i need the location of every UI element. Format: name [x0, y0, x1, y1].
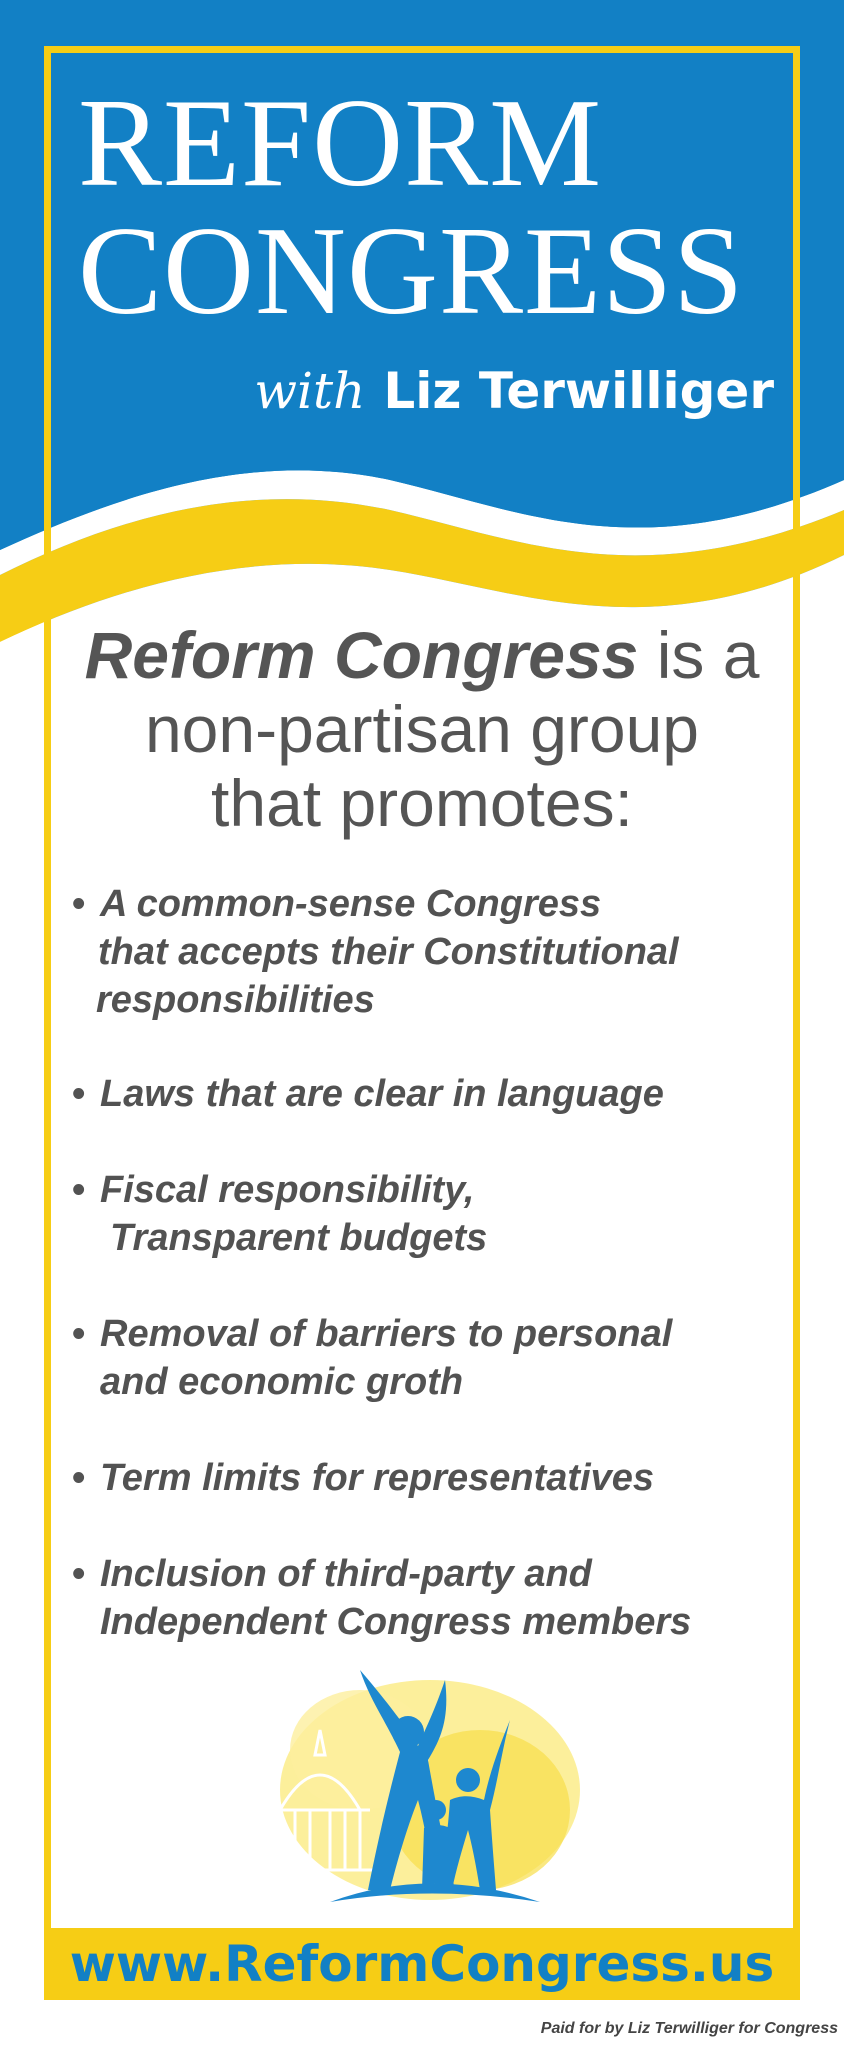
list-item: • A common-sense Congress that accepts t… [70, 880, 790, 1024]
bullet-icon: • [72, 1073, 86, 1115]
bullet-icon: • [72, 1457, 86, 1499]
candidate-name: Liz Terwilliger [383, 362, 774, 420]
title-line-2: CONGRESS [78, 202, 745, 341]
website-url[interactable]: www.ReformCongress.us [51, 1928, 793, 2000]
list-item: • Inclusion of third-party and Independe… [70, 1550, 790, 1646]
intro-statement: Reform Congress is a non-partisan group … [60, 618, 784, 840]
bullet-icon: • [72, 1553, 86, 1595]
bullet-icon: • [72, 1313, 86, 1355]
intro-line-3: that promotes: [211, 766, 633, 840]
bullet-icon: • [72, 1169, 86, 1211]
intro-line-1: is a [638, 618, 760, 692]
candidate-byline: with Liz Terwilliger [254, 362, 774, 420]
title-line-1: REFORM [78, 74, 603, 213]
bullet-icon: • [72, 883, 86, 925]
list-item: • Removal of barriers to personal and ec… [70, 1310, 790, 1406]
list-item: • Fiscal responsibility, Transparent bud… [70, 1166, 790, 1262]
intro-line-2: non-partisan group [144, 692, 700, 766]
with-script: with [254, 362, 366, 420]
paid-for-disclaimer: Paid for by Liz Terwilliger for Congress [540, 2020, 838, 2037]
main-title: REFORM CONGRESS [78, 80, 818, 336]
list-item: • Term limits for representatives [70, 1454, 790, 1502]
reform-congress-logo [260, 1670, 580, 1902]
list-item: • Laws that are clear in language [70, 1070, 790, 1118]
intro-emphasis: Reform Congress [84, 618, 639, 692]
campaign-banner: REFORM CONGRESS with Liz Terwilliger Refo… [0, 0, 844, 2048]
